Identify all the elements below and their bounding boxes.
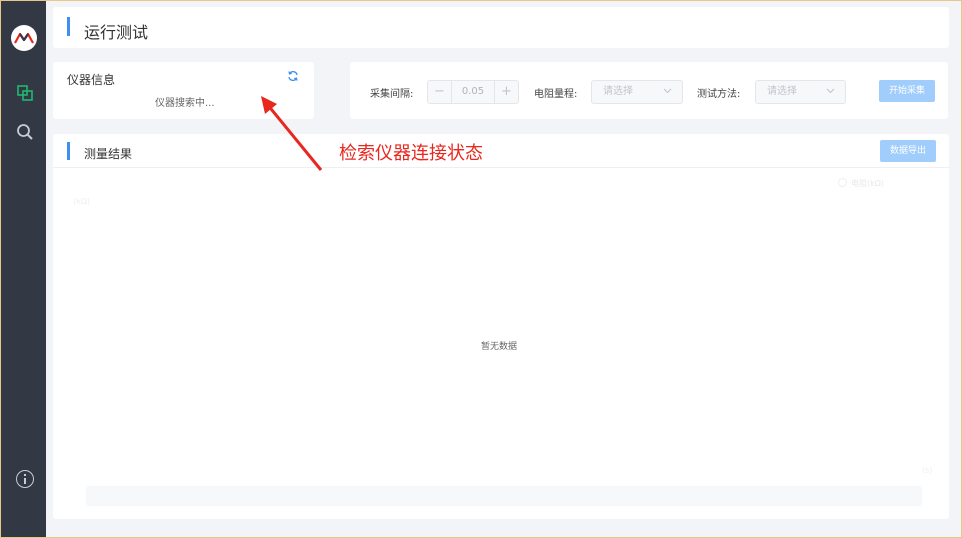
y-axis-label: (kΩ) bbox=[73, 197, 90, 206]
acquisition-controls: 采集间隔: − 0.05 + 电阻量程: 请选择 测试方法: 请选择 开始采集 bbox=[350, 62, 948, 119]
search-icon[interactable] bbox=[15, 122, 35, 142]
x-axis-label: (s) bbox=[922, 466, 933, 475]
info-icon[interactable] bbox=[16, 470, 34, 488]
interval-stepper[interactable]: − 0.05 + bbox=[427, 80, 519, 104]
empty-state-text: 暂无数据 bbox=[481, 342, 518, 352]
results-header: 测量结果 数据导出 bbox=[53, 134, 949, 168]
annotation-arrow-icon bbox=[261, 96, 323, 171]
annotation-text: 检索仪器连接状态 bbox=[339, 143, 483, 164]
test-method-label: 测试方法: bbox=[697, 89, 741, 100]
interval-decrease-button[interactable]: − bbox=[428, 81, 452, 103]
start-acquisition-button[interactable]: 开始采集 bbox=[879, 80, 935, 102]
resistance-range-label: 电阻量程: bbox=[534, 89, 578, 100]
layers-icon[interactable] bbox=[15, 83, 35, 103]
device-info-title: 仪器信息 bbox=[67, 73, 116, 87]
chevron-down-icon bbox=[663, 88, 672, 94]
sidebar bbox=[1, 1, 46, 537]
interval-increase-button[interactable]: + bbox=[494, 81, 518, 103]
app-logo bbox=[11, 25, 37, 51]
interval-value[interactable]: 0.05 bbox=[452, 81, 494, 103]
interval-label: 采集间隔: bbox=[370, 89, 414, 100]
results-panel: 测量结果 数据导出 电阻(kΩ) (kΩ) (s) 暂无数据 bbox=[53, 134, 949, 519]
chart-zoom-slider[interactable] bbox=[86, 486, 922, 506]
page-title: 运行测试 bbox=[84, 23, 149, 42]
chart-legend[interactable]: 电阻(kΩ) bbox=[838, 178, 884, 189]
chevron-down-icon bbox=[826, 88, 835, 94]
title-accent-bar bbox=[67, 17, 70, 36]
resistance-range-placeholder: 请选择 bbox=[603, 86, 633, 97]
results-accent-bar bbox=[67, 142, 70, 160]
test-method-placeholder: 请选择 bbox=[767, 86, 797, 97]
resistance-range-select[interactable]: 请选择 bbox=[591, 80, 683, 104]
refresh-icon[interactable] bbox=[287, 70, 299, 82]
results-title: 测量结果 bbox=[84, 147, 133, 161]
test-method-select[interactable]: 请选择 bbox=[755, 80, 846, 104]
export-data-button[interactable]: 数据导出 bbox=[880, 140, 936, 162]
device-search-status: 仪器搜索中... bbox=[155, 98, 215, 109]
page-header: 运行测试 bbox=[53, 7, 949, 48]
